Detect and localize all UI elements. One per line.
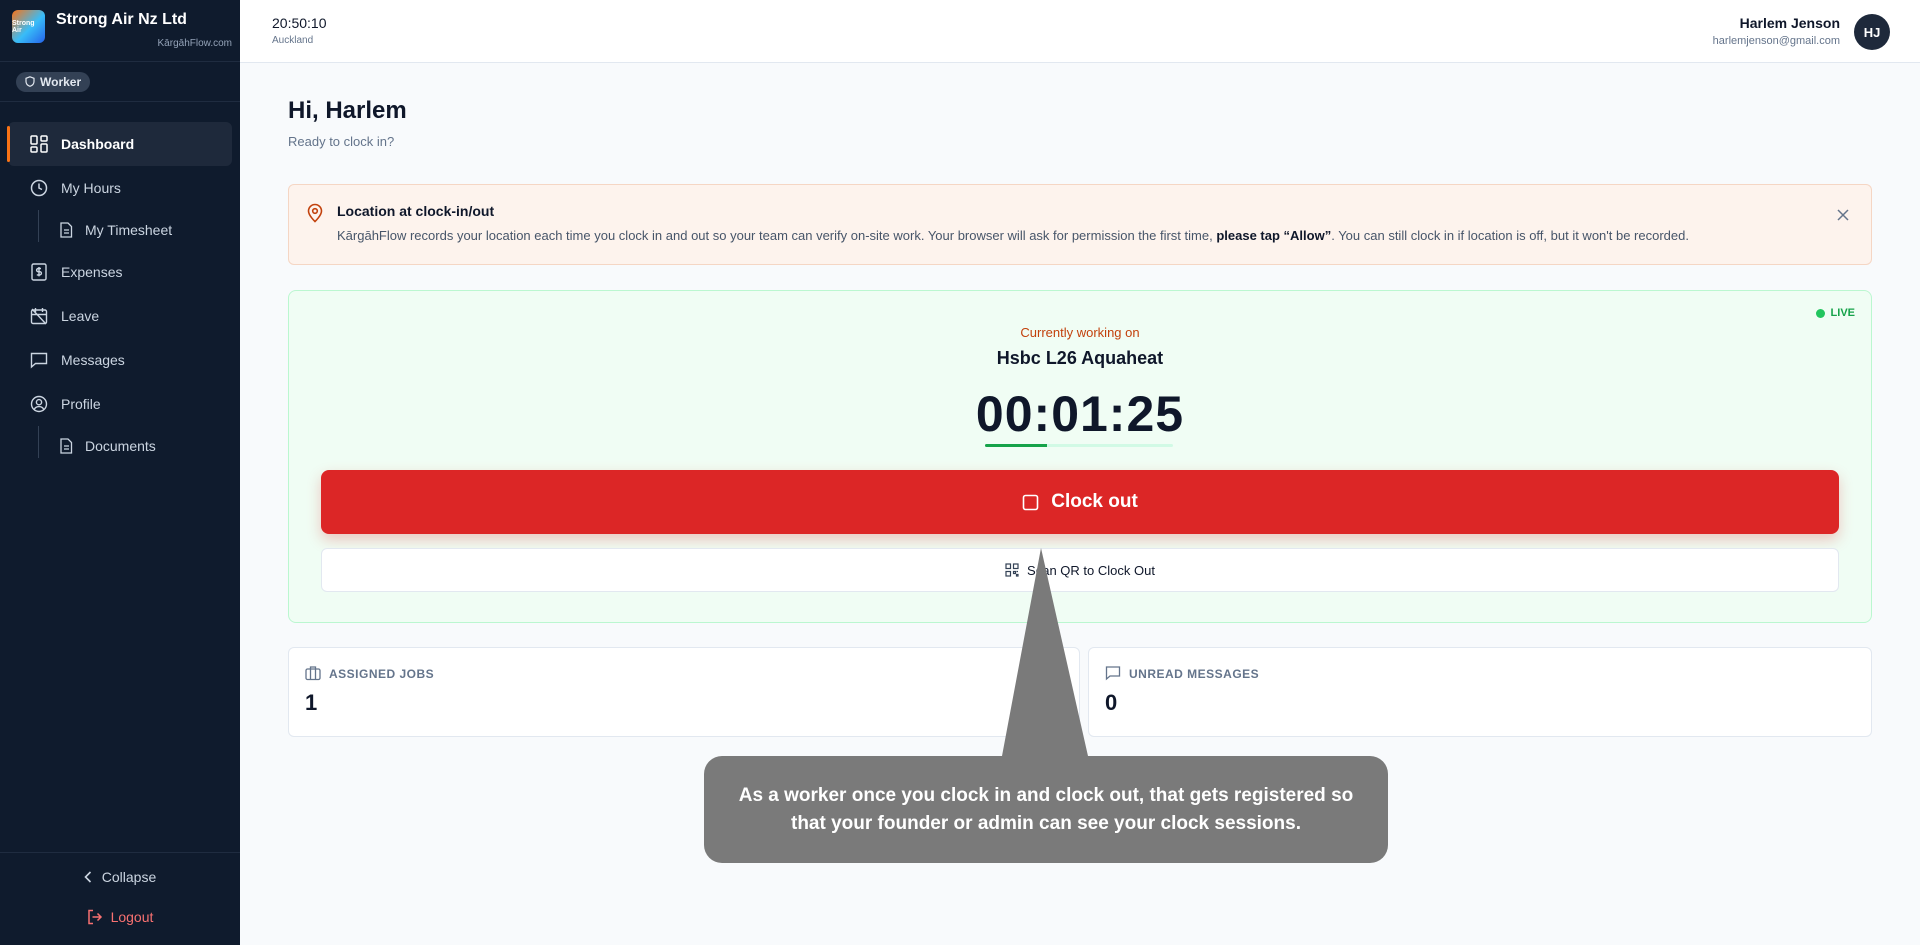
shield-icon	[25, 76, 35, 87]
page-title: Hi, Harlem	[288, 97, 407, 124]
chevron-left-icon	[84, 871, 91, 883]
assigned-jobs-label: ASSIGNED JOBS	[329, 667, 435, 681]
timer-progress-bar	[985, 444, 1173, 447]
alert-text-bold: please tap “Allow”	[1216, 228, 1332, 243]
live-badge: LIVE	[1815, 307, 1855, 319]
current-time: 20:50:10	[272, 15, 327, 31]
sidebar-item-label: Documents	[85, 438, 156, 454]
onboarding-tooltip: As a worker once you clock in and clock …	[704, 756, 1388, 863]
message-square-icon	[29, 350, 49, 370]
message-square-icon	[1105, 666, 1121, 681]
sidebar-item-documents[interactable]: Documents	[8, 426, 232, 466]
stop-square-icon	[1022, 494, 1039, 510]
sidebar-nav: Dashboard My Hours My Timesheet Expenses…	[0, 102, 240, 466]
sidebar-bottom: Collapse Logout	[0, 852, 240, 945]
file-icon	[57, 221, 75, 239]
logout-label: Logout	[110, 909, 154, 925]
collapse-button[interactable]: Collapse	[0, 869, 240, 885]
page-subtitle: Ready to clock in?	[288, 134, 395, 149]
brand-subtitle: KārgāhFlow.com	[157, 38, 232, 49]
user-name: Harlem Jenson	[1739, 15, 1840, 31]
brand: Strong Air Strong Air Nz Ltd KārgāhFlow.…	[0, 0, 240, 62]
tooltip-pointer	[1002, 548, 1088, 756]
top-header: 20:50:10 Auckland Harlem Jenson harlemje…	[240, 0, 1920, 63]
session-timer: 00:01:25	[975, 386, 1185, 442]
brand-logo[interactable]: Strong Air	[12, 10, 45, 43]
document-icon	[57, 437, 75, 455]
map-pin-icon	[307, 203, 323, 223]
role-badge: Worker	[16, 71, 91, 92]
unread-messages-value: 0	[1105, 690, 1118, 715]
collapse-label: Collapse	[101, 869, 157, 885]
sidebar-item-expenses[interactable]: Expenses	[8, 250, 232, 294]
sidebar-item-label: Messages	[61, 352, 125, 368]
brand-name: Strong Air Nz Ltd	[56, 11, 187, 28]
sidebar-item-label: My Timesheet	[85, 222, 173, 238]
clock-out-label: Clock out	[1051, 491, 1138, 512]
sidebar-item-label: My Hours	[61, 180, 121, 196]
clock-icon	[29, 178, 49, 198]
job-name: Hsbc L26 Aquaheat	[996, 348, 1164, 368]
sidebar-item-label: Leave	[61, 308, 100, 324]
user-email: harlemjenson@gmail.com	[1712, 35, 1840, 47]
sidebar: Strong Air Strong Air Nz Ltd KārgāhFlow.…	[0, 0, 240, 945]
alert-title: Location at clock-in/out	[337, 203, 495, 219]
sidebar-item-label: Expenses	[61, 264, 123, 280]
sidebar-item-label: Profile	[61, 396, 101, 412]
assigned-jobs-card[interactable]: ASSIGNED JOBS 1	[288, 647, 1080, 737]
alert-text-after: . You can still clock in if location is …	[1331, 228, 1689, 243]
sidebar-item-my-hours[interactable]: My Hours	[8, 166, 232, 210]
logout-icon	[87, 909, 102, 925]
alert-message: KārgāhFlow records your location each ti…	[337, 228, 1689, 243]
assigned-jobs-value: 1	[305, 690, 318, 715]
timer-progress-fill	[985, 444, 1048, 447]
role-section: Worker	[0, 62, 240, 102]
unread-messages-label: UNREAD MESSAGES	[1129, 667, 1260, 681]
logout-button[interactable]: Logout	[0, 909, 240, 925]
user-circle-icon	[29, 394, 49, 414]
unread-messages-card[interactable]: UNREAD MESSAGES 0	[1088, 647, 1872, 737]
receipt-dollar-icon	[29, 262, 49, 282]
clock-out-button[interactable]: Clock out	[321, 470, 1839, 534]
sidebar-item-my-timesheet[interactable]: My Timesheet	[8, 210, 232, 250]
live-dot-icon	[1815, 308, 1825, 318]
working-label: Currently working on	[1020, 325, 1140, 340]
sidebar-item-leave[interactable]: Leave	[8, 294, 232, 338]
sidebar-item-profile[interactable]: Profile	[8, 382, 232, 426]
location-alert: Location at clock-in/out KārgāhFlow reco…	[288, 184, 1872, 265]
close-icon[interactable]	[1835, 207, 1851, 223]
calendar-off-icon	[29, 306, 49, 326]
alert-text-before: KārgāhFlow records your location each ti…	[337, 228, 1217, 243]
sidebar-item-messages[interactable]: Messages	[8, 338, 232, 382]
avatar[interactable]: HJ	[1854, 14, 1890, 50]
sidebar-item-label: Dashboard	[61, 136, 135, 152]
dashboard-icon	[29, 134, 49, 154]
live-label: LIVE	[1830, 307, 1855, 319]
briefcase-icon	[305, 666, 321, 681]
sidebar-item-dashboard[interactable]: Dashboard	[7, 122, 232, 166]
role-label: Worker	[40, 74, 82, 89]
timezone-label: Auckland	[272, 35, 314, 46]
